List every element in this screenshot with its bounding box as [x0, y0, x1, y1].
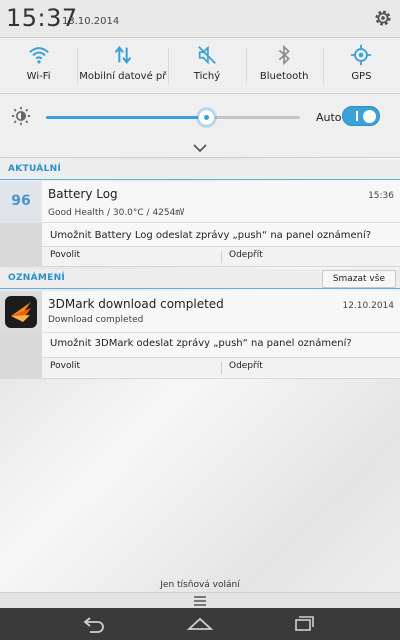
home-icon[interactable]: [186, 614, 214, 634]
mobile-data-icon: [114, 46, 131, 64]
action-divider: [221, 251, 222, 263]
brightness-slider-fill: [46, 116, 207, 119]
allow-button[interactable]: Povolit: [50, 250, 80, 260]
auto-brightness-label: Auto: [316, 111, 342, 124]
notification-subtitle: Download completed: [48, 315, 144, 325]
notification-header: 15:37 13.10.2014: [0, 0, 400, 38]
deny-button[interactable]: Odepřít: [229, 250, 263, 260]
push-permission-question: Umožnit 3DMark odeslat zprávy „push“ na …: [50, 338, 352, 349]
drag-handle-icon: [194, 596, 206, 606]
silent-icon: [198, 45, 216, 65]
recent-apps-icon[interactable]: [290, 614, 318, 634]
settings-gear-icon[interactable]: [372, 7, 394, 29]
expand-panel-handle[interactable]: [0, 140, 400, 158]
date: 13.10.2014: [62, 16, 120, 27]
notification-time: 15:36: [368, 191, 394, 201]
battery-level-badge: 96: [11, 193, 31, 209]
qs-mobile-data-label: Mobilní datové př: [79, 71, 167, 82]
notification-3dmark[interactable]: 3DMark download completed Download compl…: [0, 291, 400, 379]
toggle-on-mark: [356, 111, 358, 121]
qs-gps-label: GPS: [351, 71, 372, 82]
section-current-header: AKTUÁLNÍ: [0, 160, 400, 180]
qs-bluetooth[interactable]: Bluetooth: [245, 38, 323, 93]
notification-title: Battery Log: [48, 187, 118, 201]
notification-subtitle: Good Health / 30.0°C / 4254㎷: [48, 208, 185, 218]
auto-brightness-toggle[interactable]: [342, 106, 380, 126]
qs-silent-label: Tichý: [193, 71, 221, 82]
deny-button[interactable]: Odepřít: [229, 361, 263, 371]
clear-all-button[interactable]: Smazat vše: [321, 270, 396, 288]
allow-button[interactable]: Povolit: [50, 361, 80, 371]
wifi-icon: [28, 47, 49, 64]
push-permission-question: Umožnit Battery Log odeslat zprávy „push…: [50, 230, 372, 241]
action-divider: [221, 362, 222, 374]
navigation-bar: [0, 608, 400, 640]
notification-time: 12.10.2014: [342, 301, 394, 311]
back-icon[interactable]: [80, 614, 108, 634]
gps-icon: [351, 44, 372, 66]
notification-title: 3DMark download completed: [48, 297, 224, 311]
qs-bluetooth-label: Bluetooth: [259, 71, 309, 82]
brightness-icon: [11, 106, 31, 126]
quick-settings-bar: Wi-Fi Mobilní datové př Tichý Bluetooth …: [0, 38, 400, 94]
notification-actions: Povolit Odepřít: [42, 357, 400, 377]
brightness-slider-thumb[interactable]: [198, 109, 216, 126]
battery-log-app-icon: 96: [0, 181, 42, 223]
qs-wifi-label: Wi-Fi: [26, 71, 51, 82]
emergency-calls-only: Jen tísňová volání: [160, 580, 240, 590]
qs-gps[interactable]: GPS: [322, 38, 400, 93]
qs-mobile-data[interactable]: Mobilní datové př: [77, 38, 168, 93]
drag-handle[interactable]: [0, 592, 400, 608]
notification-actions: Povolit Odepřít: [42, 246, 400, 266]
notification-side-strip: [0, 223, 42, 267]
chevron-down-icon: [193, 144, 207, 153]
section-notifications-title: OZNÁMENÍ: [8, 273, 66, 283]
toggle-knob: [363, 110, 376, 123]
brightness-row: Auto: [0, 94, 400, 140]
3dmark-app-icon: [0, 291, 42, 333]
notification-battery-log[interactable]: 96 Battery Log Good Health / 30.0°C / 42…: [0, 181, 400, 267]
notification-3dmark-header[interactable]: 3DMark download completed Download compl…: [0, 291, 400, 333]
section-notifications-header: OZNÁMENÍ Smazat vše: [0, 269, 400, 289]
3dmark-logo-icon: [5, 296, 37, 328]
qs-silent[interactable]: Tichý: [168, 38, 245, 93]
bluetooth-icon: [279, 44, 290, 66]
brightness-slider[interactable]: [46, 109, 300, 126]
notification-side-strip: [0, 333, 42, 379]
qs-wifi[interactable]: Wi-Fi: [0, 38, 77, 93]
notification-battery-log-header[interactable]: 96 Battery Log Good Health / 30.0°C / 42…: [0, 181, 400, 223]
section-current-title: AKTUÁLNÍ: [8, 164, 62, 174]
